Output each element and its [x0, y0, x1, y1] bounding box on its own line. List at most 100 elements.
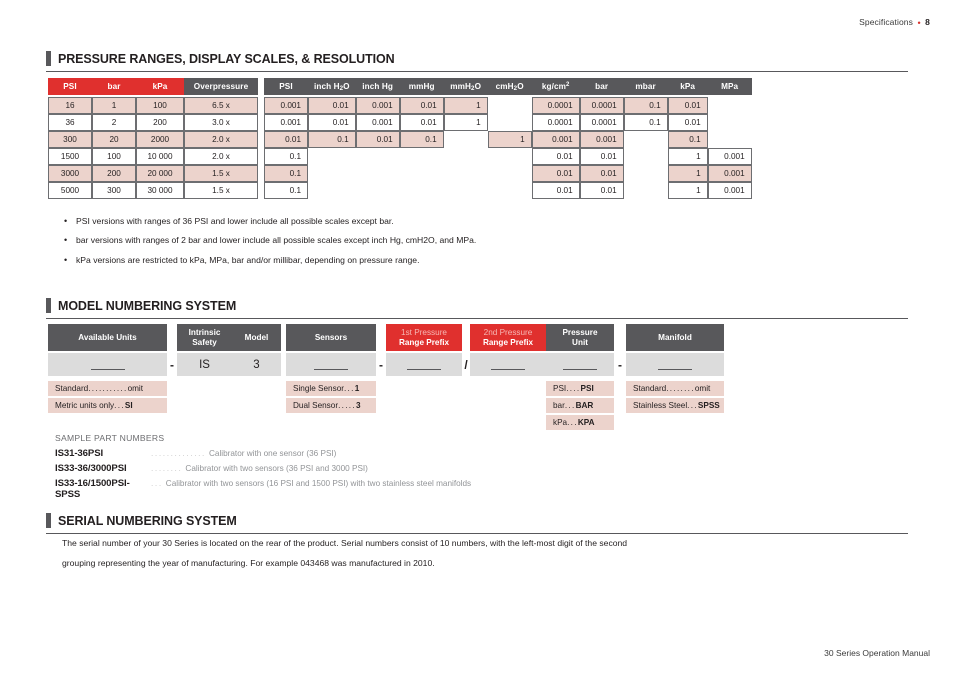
table-cell: 0.001	[707, 165, 752, 182]
table-cell: 1	[667, 182, 708, 199]
table-cell: 0.0001	[579, 97, 624, 114]
range-notes: PSI versions with ranges of 36 PSI and l…	[62, 216, 762, 274]
table-cell: 0.01	[399, 114, 444, 131]
model-option-label: Standard	[55, 384, 89, 393]
model-field-header: Manifold	[626, 324, 724, 351]
section-accent-bar	[46, 513, 51, 528]
table-cell: 0.1	[264, 148, 308, 165]
sample-part-leader: ..............	[151, 448, 206, 458]
model-option-leader: ...	[687, 401, 698, 410]
model-option-code: KPA	[577, 418, 595, 427]
table-cell: 0.1	[308, 131, 356, 148]
table-cell-empty	[624, 165, 668, 182]
column-header: kg/cm2	[531, 78, 580, 95]
model-field-header: Pressure Unit	[546, 324, 614, 351]
table-cell: 200	[92, 165, 136, 182]
table-cell: 16	[48, 97, 92, 114]
column-header: cmH2O	[487, 78, 532, 95]
model-option: Dual Sensor..... 3	[286, 398, 376, 413]
model-field-value[interactable]: 3	[232, 353, 281, 376]
model-field-value[interactable]	[546, 353, 614, 376]
model-option-label: Metric units only	[55, 401, 115, 410]
table-row: 0.1 0.01 0.01 1 0.001	[264, 165, 752, 182]
table-row: 0.001 0.01 0.001 0.01 1 0.0001 0.0001 0.1 0.01	[264, 97, 752, 114]
document-page: Specifications • 8 PRESSURE RANGES, DISP…	[0, 0, 954, 675]
sample-parts-rows: IS31-36PSI.............. Calibrator with …	[55, 448, 471, 500]
table-cell: 5000	[48, 182, 92, 199]
model-field-header: Sensors	[286, 324, 376, 351]
table-cell: 1	[92, 97, 136, 114]
model-option-code: PSI	[580, 384, 594, 393]
model-field-value[interactable]	[626, 353, 724, 376]
model-option-leader: ....	[566, 384, 581, 393]
model-field-value[interactable]	[286, 353, 376, 376]
table-cell: 100	[92, 148, 136, 165]
table-row: 300 20 2000 2.0 x	[48, 131, 258, 148]
model-field-header-line1: 2nd Pressure	[483, 328, 533, 338]
model-field-value[interactable]	[470, 353, 546, 376]
model-option-leader: ...	[343, 384, 355, 393]
model-field-header-line1: 1st Pressure	[401, 328, 447, 338]
model-option: Metric units only ... SI	[48, 398, 167, 413]
model-option-label: kPa	[553, 418, 568, 427]
model-option-label: bar	[553, 401, 565, 410]
table-cell: 1	[667, 148, 708, 165]
table-cell: 0.01	[308, 114, 356, 131]
model-field-value[interactable]	[48, 353, 167, 376]
table-cell: 20 000	[136, 165, 184, 182]
column-header: mmHg	[399, 78, 444, 95]
table-cell: 0.01	[531, 165, 580, 182]
model-option-leader: ...	[567, 418, 578, 427]
model-option-leader: ...	[114, 401, 125, 410]
column-header: inch Hg	[355, 78, 400, 95]
table-cell-empty	[400, 148, 444, 165]
table-cell: 2	[92, 114, 136, 131]
table-cell: 300	[48, 131, 92, 148]
table-cell: 0.01	[579, 148, 624, 165]
model-option-label: Dual Sensor	[293, 401, 339, 410]
model-field-blank-line	[563, 360, 597, 370]
model-option-leader: .....	[338, 401, 356, 410]
table-cell-empty	[488, 182, 532, 199]
table-cell: 0.01	[667, 114, 708, 131]
table-cell: 1500	[48, 148, 92, 165]
model-field-header: 2nd Pressure Range Prefix	[470, 324, 546, 351]
column-header: PSI	[264, 78, 308, 95]
model-field-blank-line	[658, 360, 692, 370]
table-cell-empty	[444, 182, 488, 199]
table-cell: 0.0001	[531, 97, 580, 114]
model-option-code: omit	[694, 384, 711, 393]
model-field-value[interactable]	[386, 353, 462, 376]
table-cell: 200	[136, 114, 184, 131]
table-cell: 1	[667, 165, 708, 182]
pressure-ranges-table: PSI bar kPa Overpressure 16 1 100 6.5 x 36 2 200 3.…	[48, 78, 752, 199]
section-heading-serial: SERIAL NUMBERING SYSTEM	[46, 512, 908, 534]
table-cell: 0.001	[264, 97, 308, 114]
model-option-code: omit	[127, 384, 144, 393]
model-option-code: SPSS	[697, 401, 720, 410]
table-row: 0.01 0.1 0.01 0.1 1 0.001 0.001 0.1	[264, 131, 752, 148]
model-separator: -	[170, 358, 174, 372]
table-cell: 2000	[136, 131, 184, 148]
model-option: bar ... BAR	[546, 398, 614, 413]
table-cell: 0.001	[531, 131, 580, 148]
model-option-label: Standard	[633, 384, 667, 393]
table-cell: 0.001	[264, 114, 308, 131]
table-cell-empty	[708, 131, 752, 148]
model-option: PSI.... PSI	[546, 381, 614, 396]
table-row: 5000 300 30 000 1.5 x	[48, 182, 258, 199]
table-row: 36 2 200 3.0 x	[48, 114, 258, 131]
column-header: inch H2O	[308, 78, 356, 95]
model-option-leader: ........	[666, 384, 695, 393]
table-cell-empty	[624, 182, 668, 199]
section-title: PRESSURE RANGES, DISPLAY SCALES, & RESOL…	[58, 52, 395, 66]
table-cell: 2.0 x	[184, 148, 258, 165]
range-note-item: kPa versions are restricted to kPa, MPa,…	[76, 255, 762, 266]
table-cell: 0.01	[531, 148, 580, 165]
serial-paragraph-line: The serial number of your 30 Series is l…	[62, 538, 628, 548]
section-heading-pressure: PRESSURE RANGES, DISPLAY SCALES, & RESOL…	[46, 50, 908, 72]
table: PSI bar kPa Overpressure 16 1 100 6.5 x 36 2 200 3.…	[48, 78, 258, 199]
model-field-value[interactable]: IS	[177, 353, 232, 376]
table-cell: 1	[443, 114, 488, 131]
table-row: 3000 200 20 000 1.5 x	[48, 165, 258, 182]
